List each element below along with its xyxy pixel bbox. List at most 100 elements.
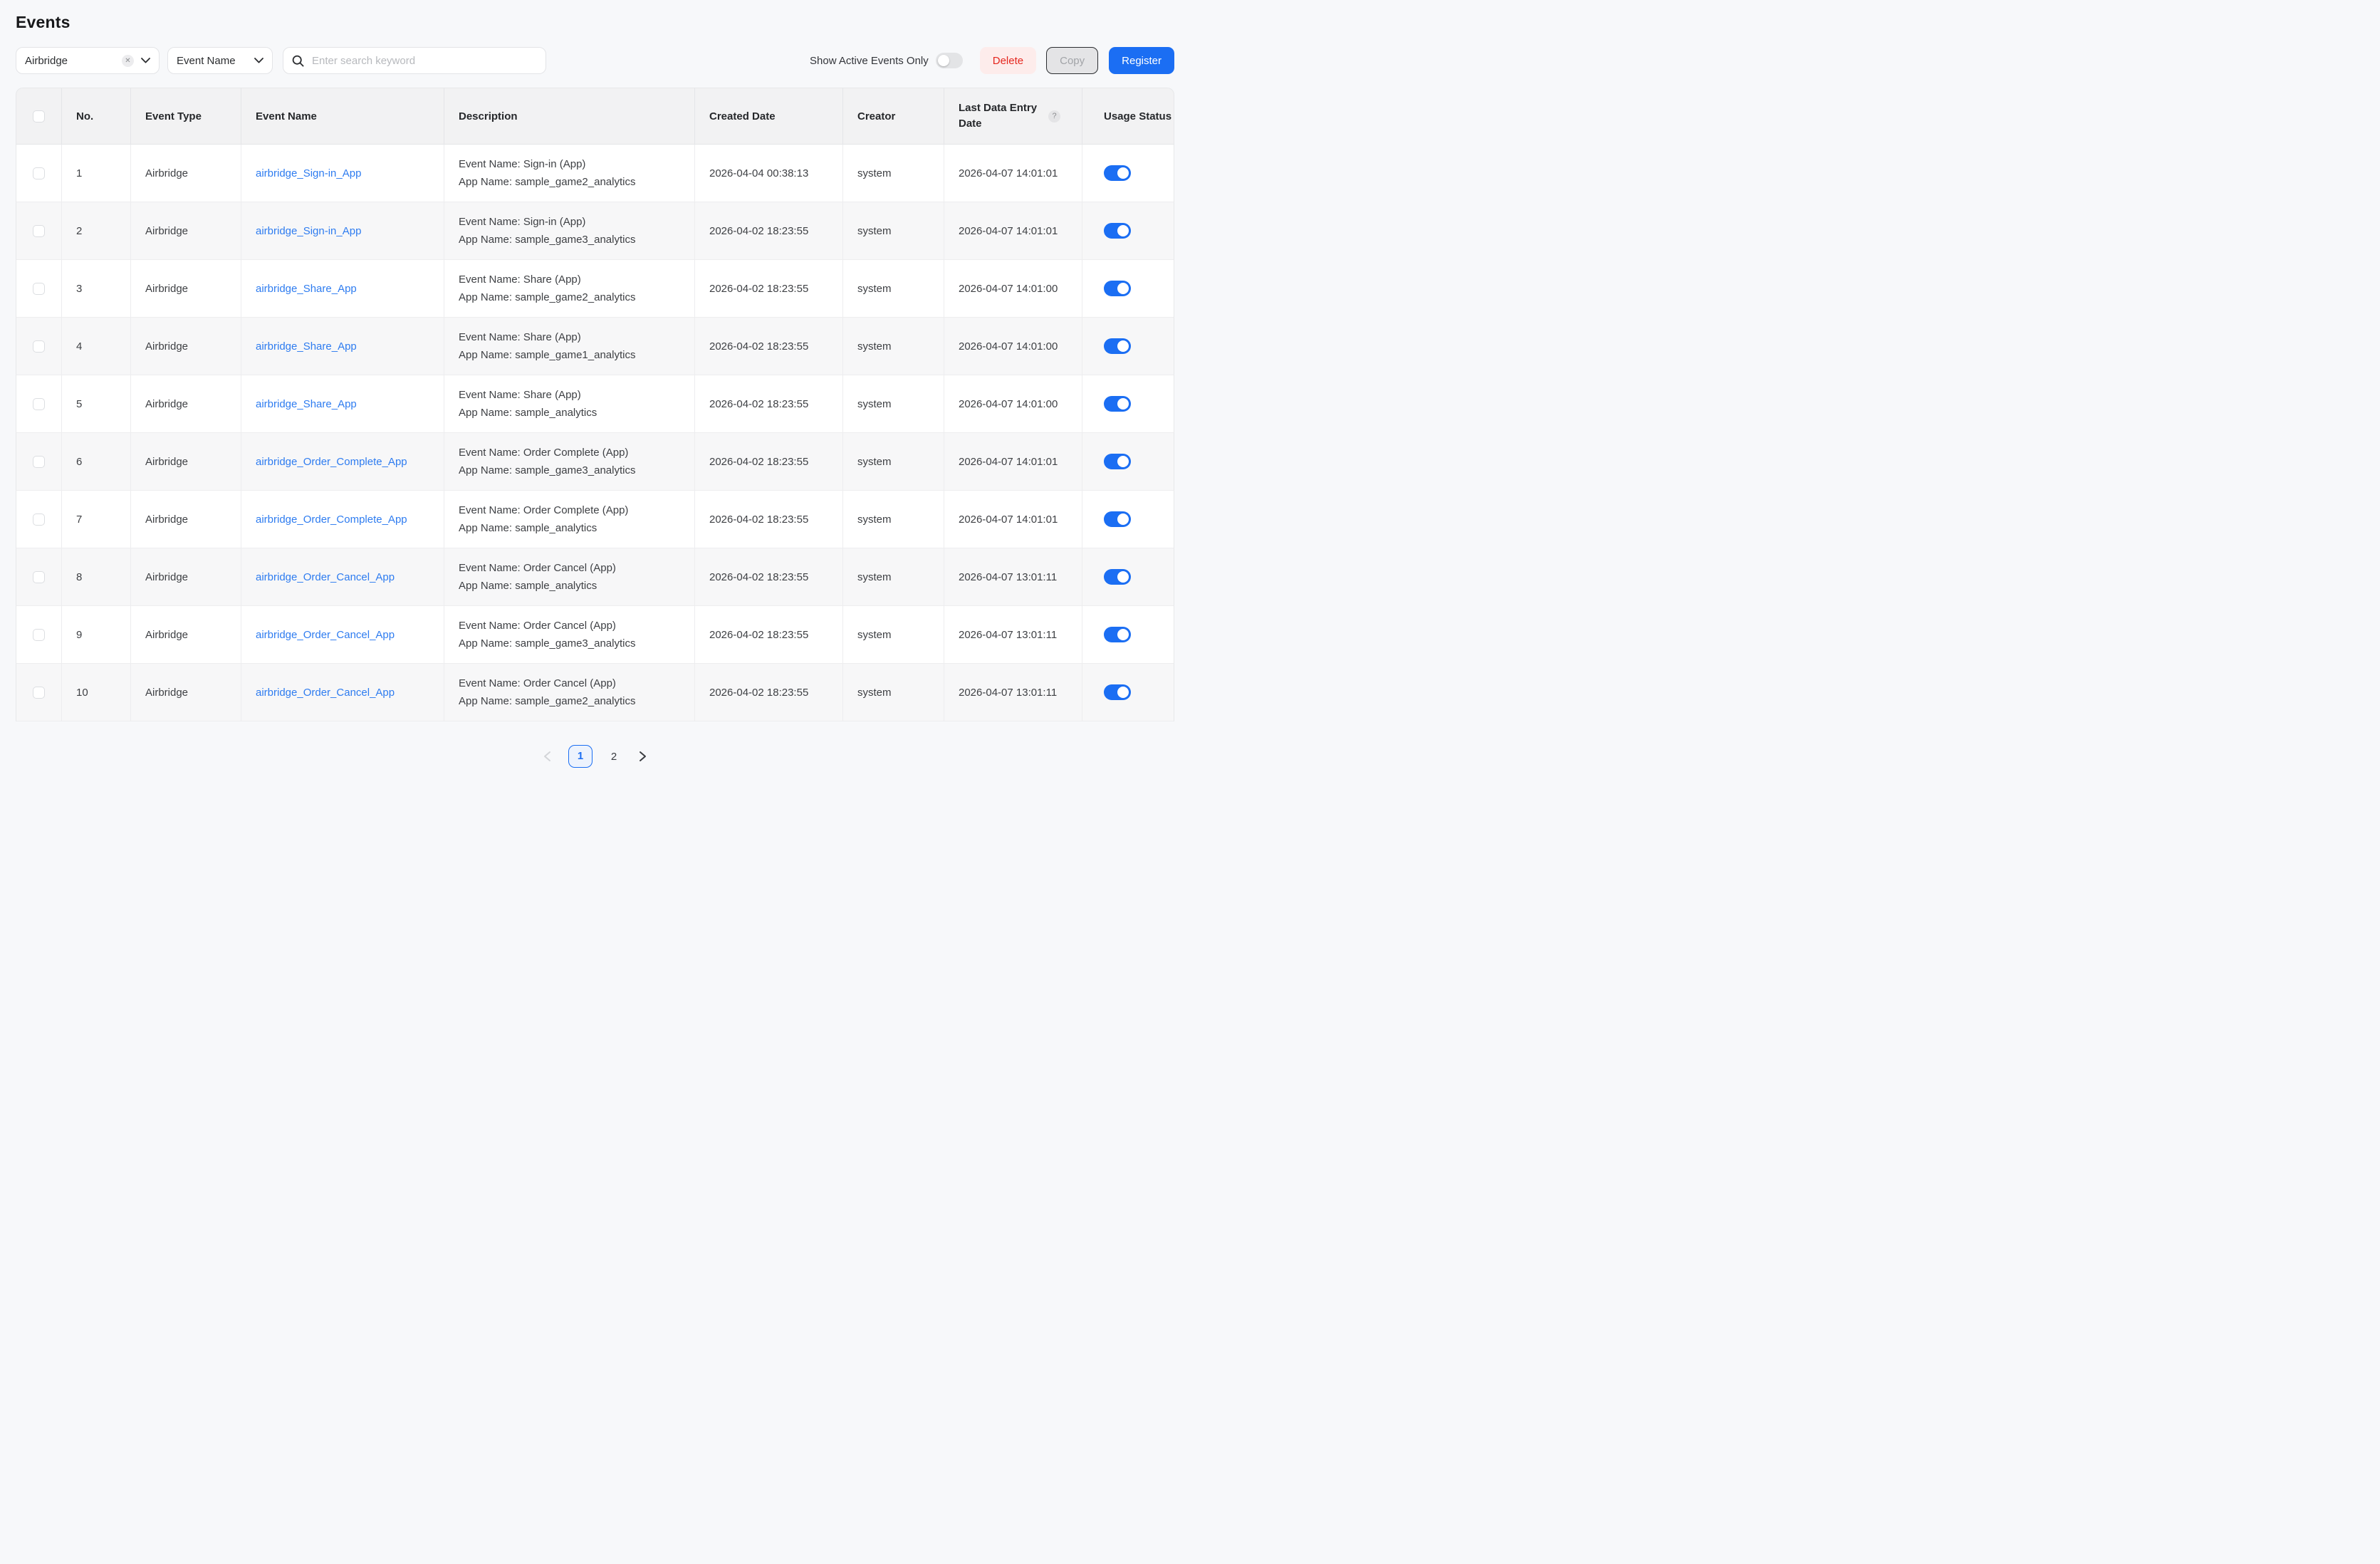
row-checkbox-cell	[16, 318, 62, 375]
event-name-link[interactable]: airbridge_Share_App	[256, 283, 357, 295]
usage-status-toggle[interactable]	[1104, 281, 1131, 296]
row-checkbox-cell	[16, 433, 62, 491]
search-input[interactable]	[310, 54, 537, 68]
event-type: Airbridge	[131, 491, 241, 548]
event-type: Airbridge	[131, 606, 241, 664]
table-row: 2Airbridgeairbridge_Sign-in_AppEvent Nam…	[16, 202, 1174, 260]
usage-status-cell	[1082, 145, 1174, 202]
creator: system	[843, 145, 944, 202]
row-checkbox[interactable]	[33, 167, 45, 179]
row-checkbox[interactable]	[33, 456, 45, 468]
row-checkbox-cell	[16, 664, 62, 721]
register-button[interactable]: Register	[1109, 47, 1174, 74]
description-line-1: Event Name: Order Cancel (App)	[459, 559, 684, 577]
event-name-link[interactable]: airbridge_Sign-in_App	[256, 225, 361, 237]
row-checkbox[interactable]	[33, 225, 45, 237]
last-data-entry-date: 2026-04-07 14:01:01	[944, 145, 1082, 202]
copy-button[interactable]: Copy	[1046, 47, 1098, 74]
creator: system	[843, 433, 944, 491]
event-name-link[interactable]: airbridge_Order_Cancel_App	[256, 571, 395, 583]
toggle-knob	[938, 55, 949, 66]
page-number-1[interactable]: 1	[568, 745, 593, 768]
table-row: 4Airbridgeairbridge_Share_AppEvent Name:…	[16, 318, 1174, 375]
toggle-knob	[1117, 687, 1129, 698]
search-icon	[292, 55, 304, 67]
description-line-2: App Name: sample_game3_analytics	[459, 462, 684, 479]
usage-status-toggle[interactable]	[1104, 569, 1131, 585]
row-number: 7	[62, 491, 131, 548]
search-field-value: Event Name	[177, 55, 254, 67]
row-checkbox[interactable]	[33, 687, 45, 699]
row-number: 10	[62, 664, 131, 721]
toggle-knob	[1117, 167, 1129, 179]
row-number: 9	[62, 606, 131, 664]
column-header-event-type: Event Type	[131, 88, 241, 145]
description-line-1: Event Name: Share (App)	[459, 386, 684, 404]
usage-status-toggle[interactable]	[1104, 223, 1131, 239]
usage-status-toggle[interactable]	[1104, 684, 1131, 700]
usage-status-toggle[interactable]	[1104, 165, 1131, 181]
row-checkbox-cell	[16, 548, 62, 606]
row-checkbox[interactable]	[33, 283, 45, 295]
events-table: No. Event Type Event Name Description Cr…	[16, 88, 1174, 721]
search-field-select[interactable]: Event Name	[167, 47, 273, 74]
search-box	[283, 47, 546, 74]
project-filter-select[interactable]: Airbridge ✕	[16, 47, 160, 74]
usage-status-cell	[1082, 664, 1174, 721]
creator: system	[843, 664, 944, 721]
select-all-checkbox[interactable]	[33, 110, 45, 122]
row-checkbox[interactable]	[33, 340, 45, 353]
event-name-link[interactable]: airbridge_Share_App	[256, 398, 357, 410]
usage-status-toggle[interactable]	[1104, 511, 1131, 527]
clear-filter-icon[interactable]: ✕	[122, 55, 134, 67]
usage-status-toggle[interactable]	[1104, 454, 1131, 469]
created-date: 2026-04-02 18:23:55	[695, 606, 843, 664]
created-date: 2026-04-02 18:23:55	[695, 260, 843, 318]
prev-page-icon[interactable]	[540, 748, 555, 765]
description-cell: Event Name: Sign-in (App)App Name: sampl…	[444, 202, 695, 260]
event-type: Airbridge	[131, 318, 241, 375]
event-name-link[interactable]: airbridge_Order_Complete_App	[256, 513, 407, 526]
row-checkbox[interactable]	[33, 629, 45, 641]
event-name-link[interactable]: airbridge_Order_Cancel_App	[256, 687, 395, 699]
description-cell: Event Name: Order Cancel (App)App Name: …	[444, 606, 695, 664]
description-line-1: Event Name: Order Cancel (App)	[459, 617, 684, 635]
created-date: 2026-04-02 18:23:55	[695, 202, 843, 260]
creator: system	[843, 548, 944, 606]
description-line-1: Event Name: Share (App)	[459, 271, 684, 288]
chevron-down-icon	[141, 58, 150, 63]
usage-status-toggle[interactable]	[1104, 338, 1131, 354]
row-number: 6	[62, 433, 131, 491]
row-checkbox[interactable]	[33, 571, 45, 583]
description-cell: Event Name: Share (App)App Name: sample_…	[444, 318, 695, 375]
event-name-link[interactable]: airbridge_Sign-in_App	[256, 167, 361, 179]
description-line-2: App Name: sample_game3_analytics	[459, 635, 684, 652]
page-number-2[interactable]: 2	[606, 751, 622, 763]
created-date: 2026-04-02 18:23:55	[695, 548, 843, 606]
column-header-usage-status: Usage Status	[1082, 88, 1174, 145]
usage-status-cell	[1082, 260, 1174, 318]
toggle-knob	[1117, 571, 1129, 583]
event-name-link[interactable]: airbridge_Order_Cancel_App	[256, 629, 395, 641]
row-checkbox[interactable]	[33, 398, 45, 410]
help-icon[interactable]: ?	[1048, 110, 1060, 122]
description-line-2: App Name: sample_analytics	[459, 404, 684, 422]
row-checkbox[interactable]	[33, 513, 45, 526]
creator: system	[843, 606, 944, 664]
description-cell: Event Name: Sign-in (App)App Name: sampl…	[444, 145, 695, 202]
description-line-2: App Name: sample_analytics	[459, 519, 684, 537]
event-name-link[interactable]: airbridge_Order_Complete_App	[256, 456, 407, 468]
event-name-cell: airbridge_Sign-in_App	[241, 145, 444, 202]
description-line-2: App Name: sample_game2_analytics	[459, 173, 684, 191]
last-data-entry-date: 2026-04-07 14:01:01	[944, 433, 1082, 491]
delete-button[interactable]: Delete	[980, 47, 1036, 74]
active-only-toggle[interactable]	[936, 53, 963, 68]
event-name-link[interactable]: airbridge_Share_App	[256, 340, 357, 353]
row-number: 1	[62, 145, 131, 202]
pagination: 12	[0, 745, 1190, 768]
next-page-icon[interactable]	[635, 748, 650, 765]
event-name-cell: airbridge_Share_App	[241, 375, 444, 433]
usage-status-toggle[interactable]	[1104, 627, 1131, 642]
table-row: 5Airbridgeairbridge_Share_AppEvent Name:…	[16, 375, 1174, 433]
usage-status-toggle[interactable]	[1104, 396, 1131, 412]
